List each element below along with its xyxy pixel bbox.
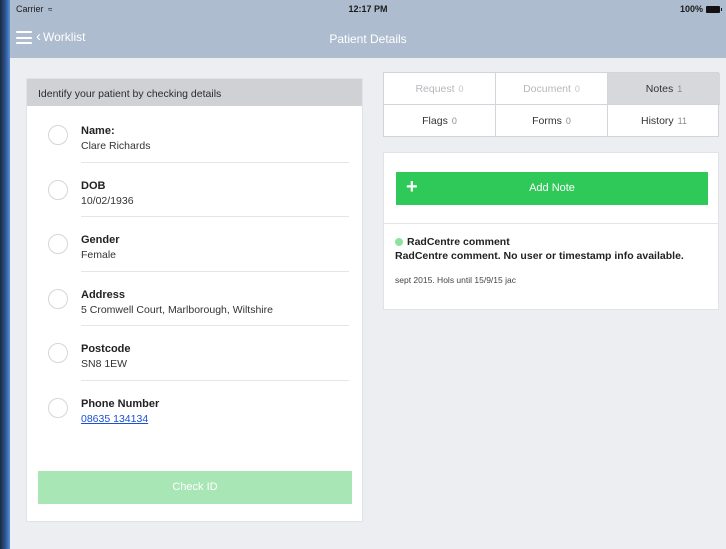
tab-count: 1: [677, 84, 683, 94]
tab-count: 0: [451, 116, 457, 126]
detail-value: 5 Cromwell Court, Marlborough, Wiltshire: [81, 303, 273, 316]
note-title: RadCentre comment: [407, 236, 510, 248]
detail-row-address: Address 5 Cromwell Court, Marlborough, W…: [27, 272, 362, 326]
tab-label: Notes: [645, 83, 674, 95]
battery-indicator: 100%: [679, 4, 722, 14]
tab-label: Document: [523, 83, 571, 95]
tab-label: Request: [415, 83, 455, 95]
add-note-label: Add Note: [529, 182, 575, 194]
detail-row-postcode: Postcode SN8 1EW: [27, 326, 362, 381]
detail-row-dob: DOB 10/02/1936: [27, 163, 362, 217]
tab-notes[interactable]: Notes 1: [608, 73, 720, 105]
check-radio-postcode[interactable]: [48, 343, 68, 363]
check-radio-phone[interactable]: [48, 397, 68, 418]
tab-label: Flags: [422, 115, 448, 127]
note-item[interactable]: RadCentre comment RadCentre comment. No …: [395, 236, 715, 285]
detail-label: Postcode: [81, 343, 131, 355]
tab-forms[interactable]: Forms 0: [496, 105, 608, 137]
detail-value: Female: [81, 249, 117, 261]
battery-icon: [706, 5, 722, 13]
tab-document[interactable]: Document 0: [496, 73, 608, 105]
detail-label: Address: [81, 288, 126, 301]
page-title: Patient Details: [329, 32, 407, 46]
check-radio-dob[interactable]: [48, 179, 68, 200]
phone-link[interactable]: 08635 134134: [81, 413, 148, 425]
check-radio-gender[interactable]: [48, 234, 68, 254]
tab-count: 0: [458, 84, 464, 94]
identify-panel: Identify your patient by checking detail…: [26, 78, 363, 522]
note-header: RadCentre comment: [395, 236, 715, 248]
detail-value: Clare Richards: [81, 140, 151, 152]
screen: Carrier ≈ 12:17 PM 100% ‹ Worklist Patie…: [10, 0, 726, 549]
detail-label: Gender: [81, 234, 120, 246]
detail-row-name: Name: Clare Richards: [27, 108, 362, 163]
status-time: 12:17 PM: [348, 4, 388, 14]
check-radio-name[interactable]: [48, 125, 68, 145]
tab-history[interactable]: History 11: [608, 105, 720, 137]
note-body: sept 2015. Hols until 15/9/15 jac: [395, 275, 516, 285]
detail-label: DOB: [81, 179, 106, 192]
detail-value: 10/02/1936: [81, 194, 134, 207]
tab-count: 11: [677, 116, 687, 126]
tab-flags[interactable]: Flags 0: [384, 105, 496, 137]
status-dot-icon: [395, 238, 403, 246]
check-radio-address[interactable]: [48, 288, 68, 309]
tab-count: 0: [574, 84, 580, 94]
tab-label: Forms: [532, 115, 562, 127]
tab-grid: Request 0 Document 0 Notes 1 Flags 0 Forms 0 …: [383, 72, 720, 137]
detail-row-phone: Phone Number 08635 134134: [27, 381, 362, 436]
divider: [384, 223, 718, 224]
detail-value: SN8 1EW: [81, 358, 128, 370]
tab-label: History: [640, 115, 674, 127]
check-id-button[interactable]: Check ID: [38, 471, 352, 504]
detail-label: Phone Number: [81, 397, 160, 410]
note-subtitle: RadCentre comment. No user or timestamp …: [395, 250, 684, 262]
tab-count: 0: [565, 116, 571, 126]
battery-percent: 100%: [679, 4, 703, 14]
status-bar: Carrier ≈ 12:17 PM 100%: [10, 0, 726, 20]
add-note-button[interactable]: + Add Note: [396, 172, 708, 205]
detail-list: Name: Clare Richards DOB 10/02/1936 Gend…: [27, 106, 362, 435]
identify-header: Identify your patient by checking detail…: [27, 79, 362, 106]
notes-panel: + Add Note RadCentre comment RadCentre c…: [383, 152, 719, 310]
device-edge: [0, 0, 10, 549]
tab-request[interactable]: Request 0: [384, 73, 496, 105]
nav-bar: ‹ Worklist Patient Details: [10, 20, 726, 58]
detail-label: Name:: [81, 125, 115, 137]
detail-row-gender: Gender Female: [27, 217, 362, 272]
